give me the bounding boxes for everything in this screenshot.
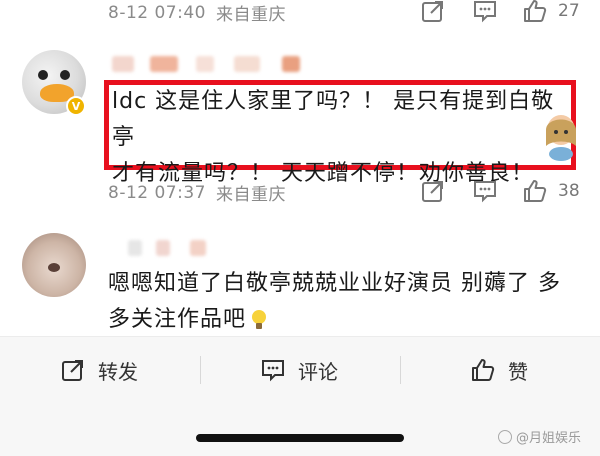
thumbs-up-icon [524,180,547,202]
watermark-text: @月姐娱乐 [516,431,582,446]
repost-label: 转发 [98,359,138,384]
avatar-eye [38,70,48,80]
reply-comment-button[interactable] [472,178,498,204]
username-blurred[interactable] [196,56,214,72]
home-indicator[interactable] [196,434,404,442]
comment-icon [474,1,496,23]
avatar[interactable] [22,233,86,297]
like-label: 赞 [508,359,528,384]
avatar-nose [48,263,60,272]
comment-location: 来自重庆 [215,185,286,205]
comment-meta: 8-12 07:40 来自重庆 [108,0,286,26]
lightbulb-emoji-icon [252,310,267,329]
comment-meta: 8-12 07:37 来自重庆 [108,180,286,206]
reply-comment-button[interactable] [472,0,498,24]
like-comment-button[interactable]: 27 [522,0,580,24]
comment-date: 8-12 07:37 [108,182,206,203]
thumbs-up-icon [472,359,495,381]
verified-badge-icon: V [66,96,86,116]
comment-text-line: 嗯嗯知道了白敬亭兢兢业业好演员 别薅了 多 [108,271,561,296]
thumbs-up-icon [524,0,547,22]
sticker-icon [546,115,576,161]
username-blurred[interactable] [282,56,300,72]
like-count: 27 [558,1,580,21]
comment-text[interactable]: ldc 这是住人家里了吗？！ 是只有提到白敬亭 才有流量吗？！ 天天蹭不停！劝你… [112,84,568,192]
comment-button[interactable]: 评论 [260,355,338,385]
divider [200,356,201,384]
comment-location: 来自重庆 [215,5,286,25]
watermark-logo-icon [498,429,512,444]
username-blurred[interactable] [190,240,206,256]
repost-button[interactable]: 转发 [60,355,138,385]
username-blurred[interactable] [156,240,170,256]
like-comment-button[interactable]: 38 [522,178,580,204]
divider [400,356,401,384]
like-count: 38 [558,181,580,201]
comment-icon [474,181,496,203]
username-blurred[interactable] [234,56,260,72]
share-comment-button[interactable] [420,0,446,24]
username-blurred[interactable] [128,240,142,256]
like-button[interactable]: 赞 [470,355,528,385]
username-blurred[interactable] [150,56,178,72]
comment-text[interactable]: 嗯嗯知道了白敬亭兢兢业业好演员 别薅了 多 多关注作品吧 [108,266,578,338]
watermark: @月姐娱乐 [498,427,581,446]
comment-date: 8-12 07:40 [108,2,206,23]
avatar-eye [60,70,70,80]
share-icon [62,360,83,381]
comment-label: 评论 [298,359,338,384]
username-blurred[interactable] [112,56,134,72]
share-icon [422,181,443,202]
share-comment-button[interactable] [420,178,446,204]
share-icon [422,1,443,22]
comment-text-line: ldc 这是住人家里了吗？！ 是只有提到白敬亭 [112,89,555,150]
comment-icon [262,360,284,382]
comment-text-line: 多关注作品吧 [108,307,247,332]
